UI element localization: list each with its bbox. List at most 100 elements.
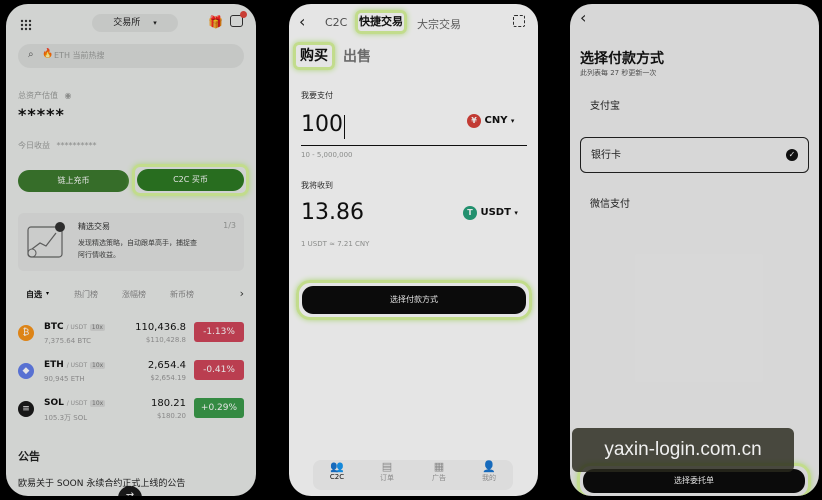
nav-orders-label: 订单 — [380, 474, 394, 482]
exchange-mode-label: 交易所 — [113, 18, 141, 28]
exchange-mode-selector[interactable]: 交易所 ▾ — [92, 14, 178, 32]
market-tabs: 自选 ▾ 热门榜 涨幅榜 新币榜 › — [18, 287, 244, 303]
chevron-down-icon: ▾ — [514, 209, 518, 217]
coin-symbol: ETH — [44, 360, 64, 370]
announcement-text[interactable]: 欧易关于 SOON 永续合约正式上线的公告 — [18, 476, 185, 489]
tab-c2c[interactable]: C2C — [325, 16, 347, 29]
eth-icon: ◆ — [18, 363, 34, 379]
orders-icon: ▤ — [381, 460, 393, 473]
tab-new[interactable]: 新币榜 — [170, 289, 194, 300]
promo-description: 发现精选策略，自动跟单高手，捕捉查阿行情收益。 — [78, 239, 197, 259]
profit-value: ********** — [56, 141, 97, 150]
c2c-buy-button[interactable]: C2C 买币 — [132, 164, 249, 196]
payment-subtitle: 此列表每 27 秒更新一次 — [580, 69, 657, 77]
coin-price-usd: $110,428.8 — [145, 336, 186, 344]
coin-pair: / USDT — [66, 324, 87, 331]
cny-icon: ¥ — [467, 114, 481, 128]
leverage-badge: 10x — [90, 362, 106, 369]
coin-pair: / USDT — [66, 362, 88, 369]
receive-currency-label: USDT — [480, 207, 511, 218]
chevron-right-icon[interactable]: › — [240, 287, 244, 300]
receive-amount: 13.86 — [301, 200, 364, 225]
scan-icon[interactable] — [513, 15, 525, 27]
eye-icon[interactable]: ◉ — [65, 91, 72, 100]
coin-price-usd: $2,654.19 — [150, 374, 186, 382]
onchain-deposit-label: 链上充币 — [57, 176, 90, 185]
nav-c2c[interactable]: 👥 C2C — [317, 460, 357, 481]
fire-icon: 🔥 — [42, 49, 54, 59]
coin-volume: 90,945 ETH — [44, 375, 85, 383]
change-badge: -0.41% — [194, 360, 244, 380]
tab-quick-trade[interactable]: 快捷交易 — [355, 10, 407, 34]
announcement-title: 公告 — [18, 450, 40, 463]
select-payment-button[interactable]: 选择付款方式 — [296, 280, 532, 320]
message-icon[interactable] — [230, 11, 247, 27]
promo-counter: 1/3 — [223, 221, 236, 230]
search-bar[interactable]: ⌕ 🔥 ETH 当前热搜 — [18, 44, 244, 68]
asset-value: ***** — [18, 105, 65, 124]
coin-symbol: SOL — [44, 398, 64, 408]
tab-sell[interactable]: 出售 — [343, 46, 371, 66]
pay-currency-label: CNY — [484, 115, 508, 126]
nav-c2c-label: C2C — [329, 473, 345, 481]
nav-ads[interactable]: ▦ 广告 — [419, 460, 459, 483]
promo-card[interactable]: 精选交易 1/3 发现精选策略，自动跟单高手，捕捉查阿行情收益。 — [18, 213, 244, 271]
chevron-down-icon: ▾ — [46, 290, 50, 297]
usdt-icon: T — [463, 206, 477, 220]
market-row[interactable]: ₿ BTC / USDT 10x 7,375.64 BTC 110,436.8 $110… — [18, 320, 244, 354]
option-bank-card[interactable]: 银行卡 ✓ — [580, 137, 809, 173]
tab-gainers[interactable]: 涨幅榜 — [122, 289, 146, 300]
coin-volume: 105.3万 SOL — [44, 414, 88, 422]
back-arrow-icon[interactable]: ‹ — [299, 12, 305, 31]
coin-price: 180.21 — [151, 398, 186, 409]
nav-profile[interactable]: 👤 我的 — [469, 460, 509, 483]
grid-menu-icon[interactable] — [20, 16, 32, 31]
nav-profile-label: 我的 — [482, 474, 496, 482]
profit-row: 今日收益 ********** — [18, 140, 97, 151]
change-badge: -1.13% — [194, 322, 244, 342]
btc-icon: ₿ — [18, 325, 34, 341]
tab-buy[interactable]: 购买 — [293, 42, 335, 70]
tab-buy-label: 购买 — [300, 48, 328, 64]
promo-title: 精选交易 — [78, 222, 110, 231]
bottom-nav: 👥 C2C ▤ 订单 ▦ 广告 👤 我的 — [313, 460, 513, 490]
nav-orders[interactable]: ▤ 订单 — [367, 460, 407, 483]
payment-title: 选择付款方式 — [580, 51, 664, 67]
coin-symbol: BTC — [44, 322, 64, 332]
watermark-text: yaxin-login.com.cn — [604, 439, 762, 460]
onchain-deposit-button[interactable]: 链上充币 — [18, 170, 129, 192]
chevron-down-icon: ▾ — [153, 19, 157, 27]
pay-currency-selector[interactable]: ¥ CNY ▾ — [467, 114, 514, 128]
gift-icon[interactable]: 🎁 — [208, 15, 223, 29]
tab-favorites[interactable]: 自选 — [26, 289, 42, 300]
check-circle-icon: ✓ — [786, 149, 798, 161]
leverage-badge: 10x — [89, 324, 105, 331]
option-alipay-label: 支付宝 — [590, 101, 620, 112]
receive-label: 我将收到 — [301, 181, 333, 190]
option-alipay[interactable]: 支付宝 — [580, 89, 809, 125]
tab-quick-trade-label: 快捷交易 — [359, 15, 403, 28]
market-row[interactable]: ◆ ETH / USDT 10x 90,945 ETH 2,654.4 $2,654.1… — [18, 358, 244, 392]
phone-screen-quick-trade: ‹ C2C 快捷交易 大宗交易 购买 出售 我要支付 100 ¥ CNY ▾ 1… — [289, 4, 538, 496]
option-wechat-pay[interactable]: 微信支付 — [580, 187, 809, 223]
coin-price-usd: $180.20 — [157, 412, 186, 420]
search-input[interactable]: ETH 当前热搜 — [54, 50, 105, 61]
option-bank-card-label: 银行卡 — [591, 150, 621, 161]
receive-currency-selector[interactable]: T USDT ▾ — [463, 206, 518, 220]
market-row[interactable]: ≡ SOL / USDT 10x 105.3万 SOL 180.21 $180.20 +0… — [18, 396, 244, 430]
phone-screen-payment-method: ‹ 选择付款方式 此列表每 27 秒更新一次 支付宝 银行卡 ✓ 微信支付 选择… — [570, 4, 819, 496]
chevron-down-icon: ▾ — [510, 117, 515, 125]
coin-volume: 7,375.64 BTC — [44, 337, 91, 345]
sol-icon: ≡ — [18, 401, 34, 417]
back-arrow-icon[interactable]: ‹ — [580, 8, 586, 27]
pay-label: 我要支付 — [301, 91, 333, 100]
exchange-rate: 1 USDT ≈ 7.21 CNY — [301, 240, 370, 248]
nav-ads-label: 广告 — [432, 474, 446, 482]
tab-hot[interactable]: 热门榜 — [74, 289, 98, 300]
tab-bulk-trade[interactable]: 大宗交易 — [417, 16, 461, 32]
watermark: yaxin-login.com.cn — [572, 428, 794, 472]
pay-amount-value: 100 — [301, 112, 343, 137]
coin-pair: / USDT — [66, 400, 88, 407]
option-wechat-pay-label: 微信支付 — [590, 199, 630, 210]
asset-label-text: 总资产估值 — [18, 91, 58, 100]
